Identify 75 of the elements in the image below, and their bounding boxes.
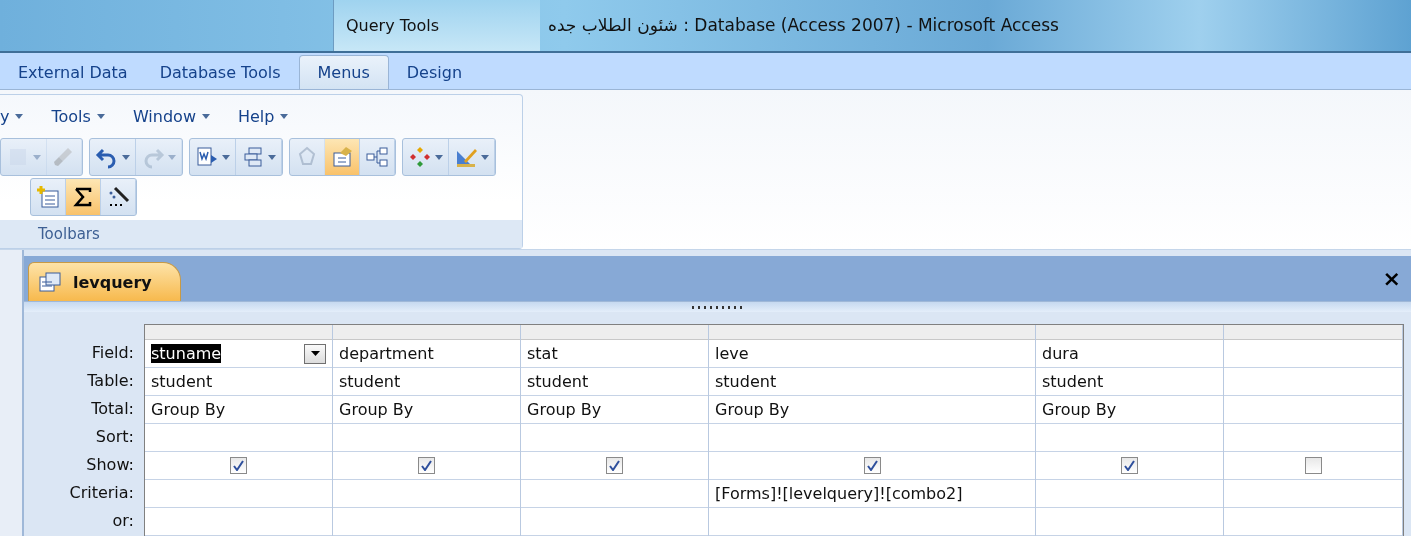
field-cell[interactable]: stat <box>521 340 708 368</box>
caret-icon <box>435 154 443 160</box>
table-cell[interactable]: student <box>709 368 1035 396</box>
row-label: Table: <box>86 369 135 392</box>
caret-icon <box>222 154 230 160</box>
dropdown-button[interactable] <box>304 343 326 364</box>
caret-icon <box>96 113 105 119</box>
table-cell[interactable]: student <box>145 368 332 396</box>
row-label: Sort: <box>94 425 135 448</box>
document-export-icon <box>195 145 219 169</box>
row-label: Show: <box>85 453 135 476</box>
total-cell[interactable]: Group By <box>521 396 708 424</box>
query-icon <box>39 272 61 292</box>
checkmark-icon <box>1124 460 1135 471</box>
ribbon-tab[interactable]: Menus <box>298 55 389 89</box>
context-label: Query Tools <box>333 0 540 51</box>
caret-icon <box>268 154 276 160</box>
show-checkbox[interactable] <box>418 457 435 474</box>
row-label: or: <box>111 509 135 532</box>
field-cell[interactable]: leve <box>709 340 1035 368</box>
caret-icon <box>310 351 320 356</box>
row-label: Total: <box>90 397 135 420</box>
caret-icon <box>122 154 130 160</box>
menu-item[interactable]: y <box>0 106 24 126</box>
total-cell[interactable]: Group By <box>145 396 332 424</box>
table-cell[interactable]: student <box>521 368 708 396</box>
caret-icon <box>168 154 176 160</box>
grip-icon <box>691 305 744 309</box>
show-checkbox[interactable] <box>230 457 247 474</box>
field-cell[interactable]: dura <box>1036 340 1223 368</box>
caret-icon <box>202 113 210 119</box>
column-selector[interactable] <box>521 325 708 340</box>
show-checkbox[interactable] <box>606 457 623 474</box>
column-selector[interactable] <box>709 325 1035 340</box>
ribbon-tab[interactable]: Database Tools <box>145 55 295 89</box>
diagram-icon <box>365 145 389 169</box>
stacked-boxes-icon <box>241 145 265 169</box>
column-selector[interactable] <box>333 325 520 340</box>
checkmark-icon <box>421 460 432 471</box>
diamonds-icon <box>408 145 432 169</box>
table-cell[interactable]: student <box>1036 368 1223 396</box>
ribbon-tab[interactable]: Design <box>392 55 477 89</box>
caret-icon <box>280 113 289 119</box>
row-label: Field: <box>90 341 135 364</box>
new-table-icon <box>36 185 60 209</box>
group-label: Toolbars <box>0 220 522 248</box>
document-tab[interactable]: levquery <box>28 262 181 301</box>
table-cell[interactable]: student <box>333 368 520 396</box>
total-cell[interactable]: Group By <box>709 396 1035 424</box>
total-cell[interactable]: Group By <box>333 396 520 424</box>
column-selector[interactable] <box>1224 325 1402 340</box>
field-cell[interactable]: stuname <box>145 340 332 368</box>
caret-icon <box>15 113 24 119</box>
total-cell[interactable]: Group By <box>1036 396 1223 424</box>
menu-item[interactable]: Window <box>132 106 210 126</box>
checkmark-icon <box>866 460 878 471</box>
properties-icon <box>330 145 354 169</box>
close-button[interactable]: × <box>1382 266 1401 291</box>
show-checkbox[interactable] <box>863 457 881 474</box>
checkmark-icon <box>609 460 620 471</box>
toolbar-button[interactable] <box>66 179 101 215</box>
show-checkbox[interactable] <box>1121 457 1138 474</box>
row-label: Criteria: <box>68 481 135 504</box>
caret-icon <box>481 154 489 160</box>
splitter[interactable] <box>24 301 1411 312</box>
menu-item[interactable]: Tools <box>51 106 105 126</box>
window-title: شئون الطلاب جده : Database (Access 2007) - Microsoft Access <box>547 14 1059 38</box>
show-checkbox[interactable] <box>1304 457 1322 474</box>
column-selector[interactable] <box>1036 325 1223 340</box>
checkmark-icon <box>233 460 244 471</box>
criteria-cell[interactable]: [Forms]![levelquery]![combo2] <box>709 480 1035 508</box>
ribbon-tab[interactable]: External Data <box>4 55 142 89</box>
menu-item[interactable]: Help <box>238 106 289 126</box>
caret-icon <box>33 154 41 160</box>
field-cell[interactable]: department <box>333 340 520 368</box>
